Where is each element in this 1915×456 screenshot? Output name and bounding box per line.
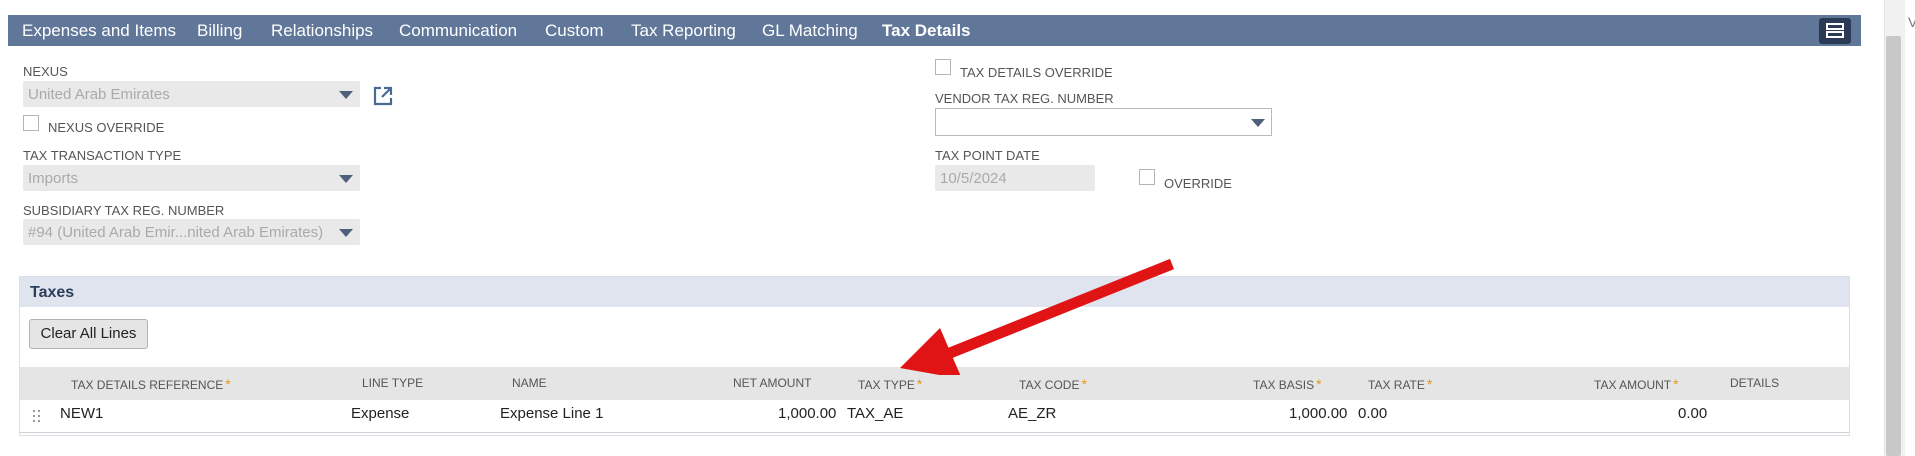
subsidiary-tax-reg-label: SUBSIDIARY TAX REG. NUMBER <box>23 203 225 218</box>
tax-point-override-label: OVERRIDE <box>1164 176 1232 191</box>
tax-point-date-value: 10/5/2024 <box>940 170 1007 187</box>
col-tax-basis: TAX BASIS * <box>1253 376 1322 392</box>
tax-transaction-type-label: TAX TRANSACTION TYPE <box>23 148 182 163</box>
required-marker: * <box>916 376 923 392</box>
nexus-select[interactable]: United Arab Emirates <box>23 81 360 107</box>
edge-text: V <box>1908 14 1915 30</box>
tab-relationships[interactable]: Relationships <box>271 21 373 41</box>
chevron-down-icon <box>339 91 353 99</box>
col-tax-details-reference: TAX DETAILS REFERENCE * <box>71 376 231 392</box>
cell-tax-type[interactable]: TAX_AE <box>847 405 903 422</box>
col-net-amount: NET AMOUNT <box>733 376 812 390</box>
nexus-override-label: NEXUS OVERRIDE <box>48 120 165 135</box>
col-name: NAME <box>512 376 547 390</box>
tab-tax-details[interactable]: Tax Details <box>882 21 971 41</box>
col-line-type: LINE TYPE <box>362 376 424 390</box>
col-details: DETAILS <box>1730 376 1780 390</box>
cell-line-type[interactable]: Expense <box>351 405 409 422</box>
cell-tax-code[interactable]: AE_ZR <box>1008 405 1056 422</box>
tax-point-date-label: TAX POINT DATE <box>935 148 1040 163</box>
required-marker: * <box>1426 376 1433 392</box>
cell-tax-basis[interactable]: 1,000.00 <box>1289 405 1347 422</box>
chevron-down-icon <box>339 229 353 237</box>
tab-expenses-and-items[interactable]: Expenses and Items <box>22 21 176 41</box>
layout-toggle-icon[interactable] <box>1819 18 1851 44</box>
subtab-bar: Expenses and Items Billing Relationships… <box>8 15 1861 46</box>
tax-transaction-type-select[interactable]: Imports <box>23 165 360 191</box>
nexus-label: NEXUS <box>23 64 68 79</box>
col-tax-amount: TAX AMOUNT * <box>1594 376 1679 392</box>
vendor-tax-reg-label: VENDOR TAX REG. NUMBER <box>935 91 1114 106</box>
row-divider <box>20 432 1849 433</box>
cell-tax-rate[interactable]: 0.00 <box>1358 405 1387 422</box>
subsidiary-tax-reg-value: #94 (United Arab Emir...nited Arab Emira… <box>28 224 324 241</box>
required-marker: * <box>225 376 231 392</box>
cell-net-amount[interactable]: 1,000.00 <box>778 405 836 422</box>
tax-details-override-checkbox[interactable] <box>935 59 951 75</box>
nexus-value: United Arab Emirates <box>28 86 170 103</box>
tax-point-override-checkbox[interactable] <box>1139 169 1155 185</box>
annotation-arrow-icon <box>900 258 1175 375</box>
tab-billing[interactable]: Billing <box>197 21 242 41</box>
drag-handle-icon[interactable] <box>33 409 42 423</box>
cell-tax-details-reference[interactable]: NEW1 <box>60 405 103 422</box>
tab-gl-matching[interactable]: GL Matching <box>762 21 858 41</box>
subsidiary-tax-reg-select[interactable]: #94 (United Arab Emir...nited Arab Emira… <box>23 219 360 245</box>
tab-custom[interactable]: Custom <box>545 21 604 41</box>
required-marker: * <box>1673 376 1679 392</box>
chevron-down-icon <box>1251 119 1265 127</box>
required-marker: * <box>1316 376 1322 392</box>
nexus-override-checkbox[interactable] <box>23 115 39 131</box>
chevron-down-icon <box>339 175 353 183</box>
vendor-tax-reg-select[interactable] <box>935 108 1272 136</box>
cell-tax-amount[interactable]: 0.00 <box>1678 405 1707 422</box>
external-link-icon[interactable] <box>372 85 394 107</box>
col-tax-rate: TAX RATE * <box>1368 376 1433 392</box>
tax-details-override-label: TAX DETAILS OVERRIDE <box>960 65 1113 80</box>
tab-communication[interactable]: Communication <box>399 21 517 41</box>
required-marker: * <box>1081 376 1087 392</box>
col-tax-code: TAX CODE * <box>1019 376 1087 392</box>
cell-name[interactable]: Expense Line 1 <box>500 405 603 422</box>
scrollbar-thumb[interactable] <box>1886 36 1901 456</box>
tax-point-date-field[interactable]: 10/5/2024 <box>935 165 1095 191</box>
taxes-section-title: Taxes <box>30 284 75 301</box>
tax-transaction-type-value: Imports <box>28 170 79 187</box>
tab-tax-reporting[interactable]: Tax Reporting <box>631 21 736 41</box>
clear-all-lines-button[interactable]: Clear All Lines <box>29 319 148 349</box>
col-tax-type: TAX TYPE * <box>858 376 923 392</box>
